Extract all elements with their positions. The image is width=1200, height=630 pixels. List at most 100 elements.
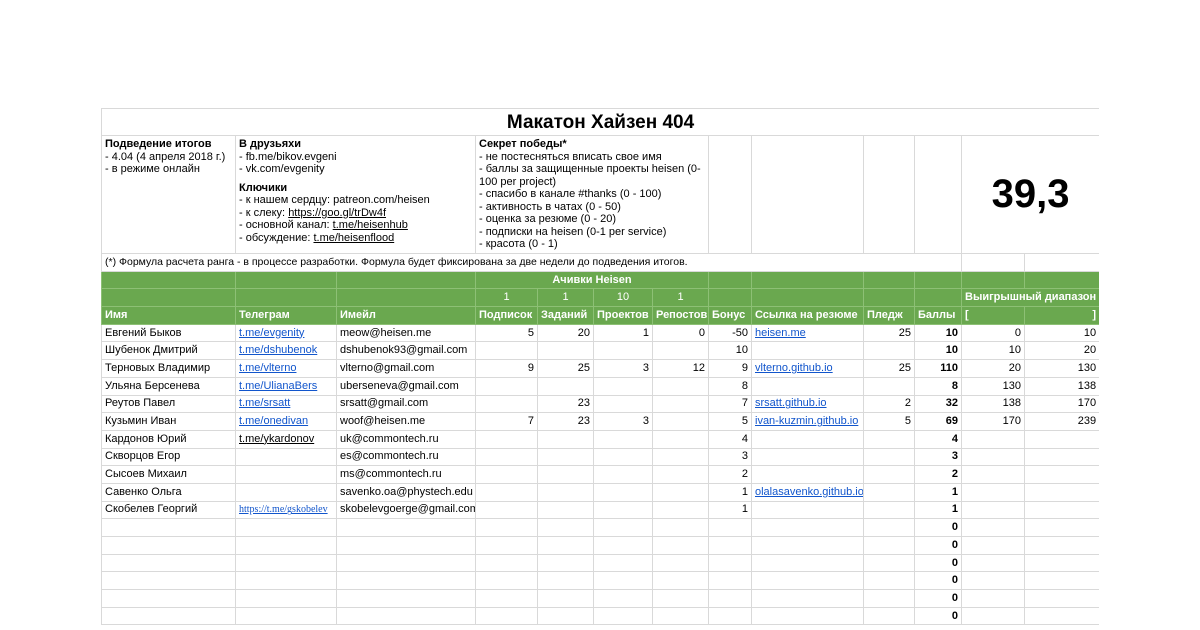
resume-cell[interactable] xyxy=(751,429,864,449)
score-cell[interactable]: 4 xyxy=(914,429,962,449)
sheet-title[interactable]: Макатон Хайзен 404 xyxy=(101,108,1099,136)
email-cell[interactable]: meow@heisen.me xyxy=(336,323,476,343)
tasks-cell[interactable] xyxy=(537,606,594,626)
telegram-cell[interactable] xyxy=(235,553,337,573)
empty-cell[interactable] xyxy=(914,135,962,254)
email-cell[interactable]: woof@heisen.me xyxy=(336,412,476,431)
reposts-cell[interactable] xyxy=(652,589,709,608)
pledge-cell[interactable] xyxy=(863,553,915,573)
range-from-cell[interactable] xyxy=(961,518,1025,537)
telegram-cell[interactable]: t.me/onedivan xyxy=(235,412,337,431)
subscriptions-cell[interactable] xyxy=(475,518,538,537)
name-cell[interactable] xyxy=(101,536,236,555)
formula-note[interactable]: (*) Формула расчета ранга - в процессе р… xyxy=(101,253,962,272)
email-cell[interactable] xyxy=(336,606,476,626)
range-from-cell[interactable] xyxy=(961,429,1025,449)
reposts-cell[interactable] xyxy=(652,376,709,396)
range-from-cell[interactable] xyxy=(961,589,1025,608)
range-to-cell[interactable] xyxy=(1023,500,1099,520)
email-cell[interactable] xyxy=(336,536,476,555)
tasks-cell[interactable] xyxy=(537,465,594,484)
telegram-link[interactable]: t.me/evgenity xyxy=(239,327,304,339)
reposts-cell[interactable] xyxy=(652,553,709,573)
telegram-cell[interactable] xyxy=(235,482,337,502)
tasks-cell[interactable] xyxy=(537,536,594,555)
range-to-cell[interactable]: 20 xyxy=(1023,341,1099,361)
pledge-cell[interactable] xyxy=(863,500,915,520)
range-to-cell[interactable] xyxy=(1023,571,1099,591)
range-from-cell[interactable] xyxy=(961,447,1025,467)
projects-cell[interactable]: 1 xyxy=(593,323,653,343)
reposts-cell[interactable] xyxy=(652,394,709,414)
resume-cell[interactable]: srsatt.github.io xyxy=(751,394,864,414)
score-cell[interactable]: 10 xyxy=(914,341,962,361)
tasks-cell[interactable] xyxy=(537,571,594,591)
name-cell[interactable] xyxy=(101,553,236,573)
pledge-cell[interactable]: 5 xyxy=(863,412,915,431)
score-cell[interactable]: 69 xyxy=(914,412,962,431)
pledge-cell[interactable] xyxy=(863,447,915,467)
range-from-cell[interactable] xyxy=(961,571,1025,591)
main-channel-link[interactable]: t.me/heisenhub xyxy=(333,219,408,231)
empty-cell[interactable] xyxy=(708,135,752,254)
email-cell[interactable]: ms@commontech.ru xyxy=(336,465,476,484)
email-cell[interactable]: savenko.oa@phystech.edu xyxy=(336,482,476,502)
slack-link[interactable]: https://goo.gl/trDw4f xyxy=(288,207,386,219)
email-cell[interactable]: vlterno@gmail.com xyxy=(336,359,476,378)
bonus-cell[interactable]: 1 xyxy=(708,500,752,520)
reposts-cell[interactable] xyxy=(652,341,709,361)
score-cell[interactable]: 0 xyxy=(914,571,962,591)
patreon-link[interactable]: patreon.com/heisen xyxy=(333,194,430,206)
resume-cell[interactable] xyxy=(751,500,864,520)
reposts-cell[interactable] xyxy=(652,571,709,591)
projects-cell[interactable] xyxy=(593,447,653,467)
telegram-link[interactable]: t.me/srsatt xyxy=(239,397,290,409)
name-cell[interactable]: Евгений Быков xyxy=(101,323,236,343)
pledge-cell[interactable]: 25 xyxy=(863,323,915,343)
bonus-cell[interactable]: 7 xyxy=(708,394,752,414)
subscriptions-cell[interactable] xyxy=(475,447,538,467)
email-cell[interactable]: es@commontech.ru xyxy=(336,447,476,467)
range-to-cell[interactable] xyxy=(1023,429,1099,449)
name-cell[interactable] xyxy=(101,589,236,608)
bonus-cell[interactable]: 1 xyxy=(708,482,752,502)
telegram-cell[interactable] xyxy=(235,465,337,484)
telegram-cell[interactable]: t.me/srsatt xyxy=(235,394,337,414)
score-cell[interactable]: 110 xyxy=(914,359,962,378)
resume-link[interactable]: ivan-kuzmin.github.io xyxy=(755,415,858,427)
bonus-cell[interactable]: 5 xyxy=(708,412,752,431)
projects-cell[interactable] xyxy=(593,536,653,555)
telegram-cell[interactable] xyxy=(235,606,337,626)
col-header[interactable]: Подписок xyxy=(475,306,538,325)
resume-cell[interactable] xyxy=(751,606,864,626)
name-cell[interactable]: Реутов Павел xyxy=(101,394,236,414)
name-cell[interactable] xyxy=(101,518,236,537)
tasks-cell[interactable]: 23 xyxy=(537,412,594,431)
resume-cell[interactable]: ivan-kuzmin.github.io xyxy=(751,412,864,431)
resume-cell[interactable] xyxy=(751,465,864,484)
projects-cell[interactable] xyxy=(593,500,653,520)
range-from-cell[interactable]: 138 xyxy=(961,394,1025,414)
score-cell[interactable]: 0 xyxy=(914,518,962,537)
rank-score[interactable]: 39,3 xyxy=(960,135,1099,254)
range-to-cell[interactable] xyxy=(1023,447,1099,467)
telegram-cell[interactable]: https://t.me/gskobelev xyxy=(235,500,337,520)
score-cell[interactable]: 0 xyxy=(914,589,962,608)
subscriptions-cell[interactable] xyxy=(475,429,538,449)
tasks-cell[interactable] xyxy=(537,447,594,467)
projects-cell[interactable] xyxy=(593,606,653,626)
range-to-cell[interactable]: 138 xyxy=(1023,376,1099,396)
resume-cell[interactable] xyxy=(751,589,864,608)
weight-projects[interactable]: 10 xyxy=(593,288,653,308)
email-cell[interactable] xyxy=(336,518,476,537)
email-cell[interactable]: skobelevgoerge@gmail.com xyxy=(336,500,476,520)
subscriptions-cell[interactable] xyxy=(475,341,538,361)
bonus-cell[interactable]: 9 xyxy=(708,359,752,378)
reposts-cell[interactable] xyxy=(652,482,709,502)
projects-cell[interactable] xyxy=(593,394,653,414)
email-cell[interactable] xyxy=(336,571,476,591)
telegram-cell[interactable]: t.me/dshubenok xyxy=(235,341,337,361)
empty-cell[interactable] xyxy=(961,253,1025,272)
score-cell[interactable]: 10 xyxy=(914,323,962,343)
bonus-cell[interactable] xyxy=(708,589,752,608)
